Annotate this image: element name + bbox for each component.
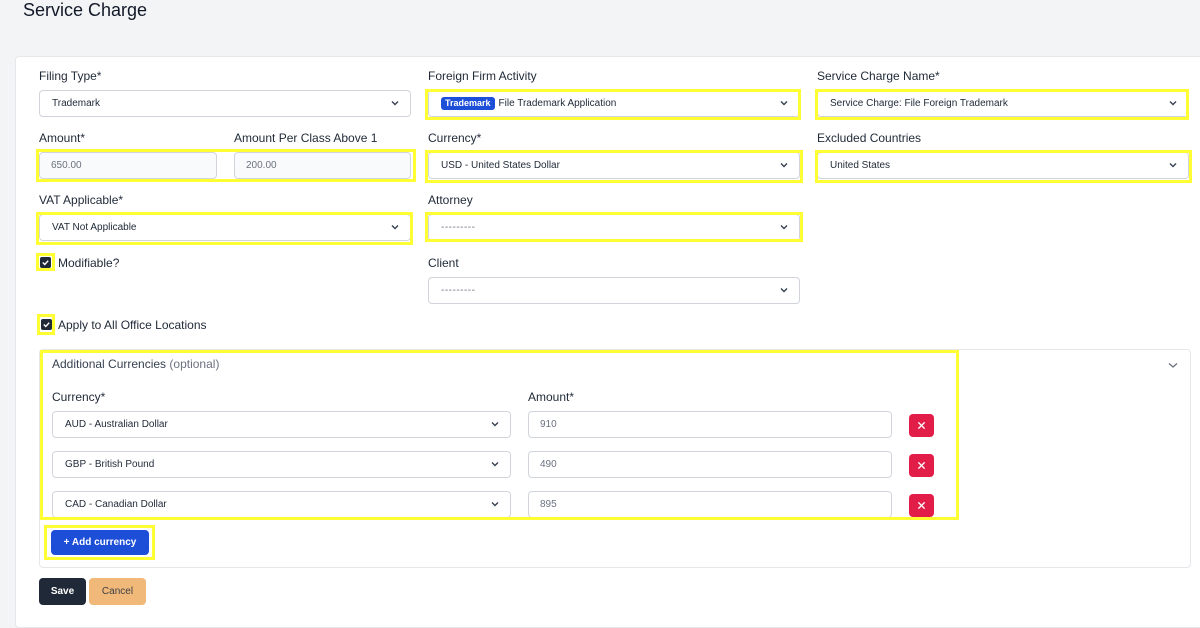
amount-per-class-label: Amount Per Class Above 1 [234,131,378,145]
amount-column-header: Amount* [528,390,575,404]
additional-currency-value: CAD - Canadian Dollar [65,499,167,510]
cancel-button[interactable]: Cancel [89,578,146,605]
filing-type-value: Trademark [52,98,100,109]
currency-value: USD - United States Dollar [441,160,560,171]
foreign-firm-activity-label: Foreign Firm Activity [428,69,537,83]
excluded-countries-value: United States [830,160,891,171]
amount-per-class-input[interactable]: 200.00 [234,152,411,179]
additional-amount-value: 910 [540,419,557,430]
currency-select[interactable]: USD - United States Dollar [428,152,800,179]
remove-currency-button[interactable] [909,454,934,477]
page-title: Service Charge [23,0,148,20]
amount-label: Amount* [39,131,86,145]
additional-currencies-title[interactable]: Additional Currencies (optional) [52,357,219,371]
additional-currency-value: AUD - Australian Dollar [65,419,168,430]
service-charge-name-value: Service Charge: File Foreign Trademark [830,98,1008,109]
save-button[interactable]: Save [39,578,86,605]
chevron-down-icon [1168,160,1178,170]
close-icon [917,461,926,470]
collapse-chevron-icon[interactable] [1167,358,1179,370]
chevron-down-icon [390,222,400,232]
attorney-select[interactable]: --------- [428,214,800,241]
excluded-countries-label: Excluded Countries [817,131,922,145]
service-charge-name-label: Service Charge Name* [817,69,940,83]
currency-label: Currency* [428,131,482,145]
trademark-badge: Trademark [441,97,495,110]
chevron-down-icon [490,459,500,469]
chevron-down-icon [390,98,400,108]
optional-hint: (optional) [169,357,220,371]
excluded-countries-select[interactable]: United States [817,152,1189,179]
close-icon [917,501,926,510]
close-icon [917,421,926,430]
chevron-down-icon [779,160,789,170]
chevron-down-icon [490,419,500,429]
remove-currency-button[interactable] [909,494,934,517]
additional-currency-select[interactable]: AUD - Australian Dollar [52,411,511,438]
check-icon [42,260,49,266]
additional-amount-input[interactable]: 910 [528,411,892,438]
chevron-down-icon [779,285,789,295]
filing-type-select[interactable]: Trademark [39,90,411,117]
filing-type-label: Filing Type* [39,69,102,83]
attorney-label: Attorney [428,193,473,207]
amount-per-class-value: 200.00 [246,160,277,171]
chevron-down-icon [779,98,789,108]
currency-column-header: Currency* [52,390,106,404]
additional-amount-input[interactable]: 490 [528,451,892,478]
attorney-value: --------- [441,222,476,233]
apply-all-locations-label: Apply to All Office Locations [58,318,207,332]
client-select[interactable]: --------- [428,277,800,304]
additional-currencies-heading: Additional Currencies [52,357,167,371]
amount-input[interactable]: 650.00 [39,152,217,179]
amount-value: 650.00 [51,160,82,171]
vat-applicable-label: VAT Applicable* [39,193,124,207]
additional-amount-input[interactable]: 895 [528,491,892,518]
service-charge-name-select[interactable]: Service Charge: File Foreign Trademark [817,90,1189,117]
foreign-firm-activity-value: File Trademark Application [498,98,617,109]
remove-currency-button[interactable] [909,414,934,437]
client-value: --------- [441,285,476,296]
panel-crop [42,517,955,523]
chevron-down-icon [490,499,500,509]
additional-amount-value: 490 [540,459,557,470]
add-currency-button[interactable]: + Add currency [51,530,149,555]
client-label: Client [428,256,459,270]
additional-amount-value: 895 [540,499,557,510]
vat-applicable-select[interactable]: VAT Not Applicable [39,214,411,241]
modifiable-checkbox[interactable] [40,257,51,268]
modifiable-label: Modifiable? [58,256,120,270]
chevron-down-icon [1168,98,1178,108]
additional-currency-value: GBP - British Pound [65,459,155,470]
additional-currency-select[interactable]: CAD - Canadian Dollar [52,491,511,518]
foreign-firm-activity-select[interactable]: Trademark File Trademark Application [428,90,800,117]
apply-all-locations-checkbox[interactable] [41,319,52,330]
chevron-down-icon [779,222,789,232]
additional-currency-select[interactable]: GBP - British Pound [52,451,511,478]
check-icon [43,322,50,328]
vat-applicable-value: VAT Not Applicable [52,222,137,233]
